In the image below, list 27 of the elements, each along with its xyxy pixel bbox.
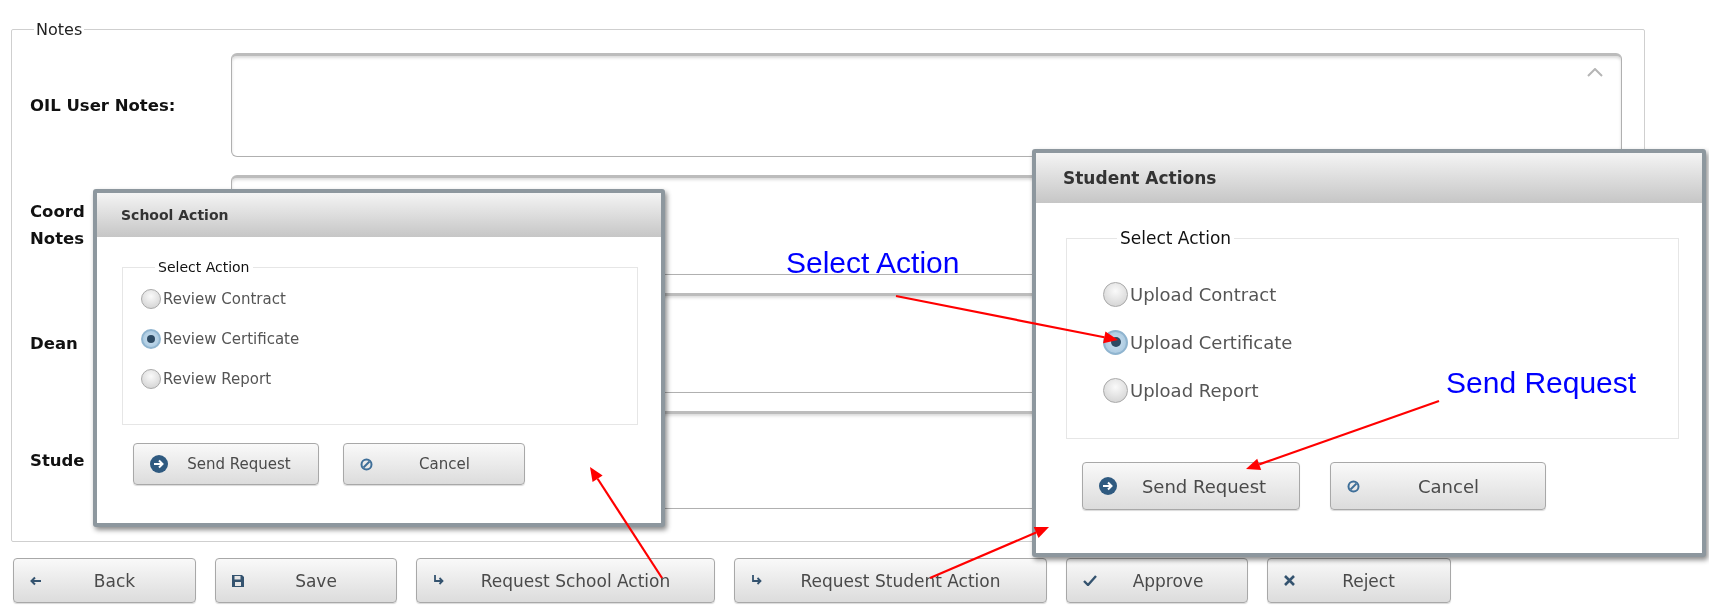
radio-label[interactable]: Upload Report xyxy=(1130,379,1259,401)
field-label: Dean xyxy=(30,332,78,355)
field-label: Stude xyxy=(30,449,85,472)
dialog-button[interactable]: Cancel xyxy=(1330,462,1546,510)
toolbar-button[interactable]: Request Student Action xyxy=(734,558,1047,603)
section-legend: Notes xyxy=(34,20,85,39)
dialog-button[interactable]: Cancel xyxy=(343,443,525,485)
toolbar-button[interactable]: Request School Action xyxy=(416,558,715,603)
group-legend: Select Action xyxy=(1117,228,1235,248)
dialog-button[interactable]: Send Request xyxy=(133,443,319,485)
radio-label[interactable]: Upload Contract xyxy=(1130,283,1277,305)
field-label: Coord Notes xyxy=(30,201,85,250)
toolbar-button[interactable]: Back xyxy=(13,558,196,603)
group-legend: Select Action xyxy=(155,259,253,275)
field-label: OIL User Notes: xyxy=(30,94,176,117)
radio-label[interactable]: Upload Certificate xyxy=(1130,331,1293,353)
dialog-title: School Action xyxy=(121,207,229,223)
radio-label[interactable]: Review Certificate xyxy=(163,330,300,348)
toolbar-button[interactable]: Approve xyxy=(1066,558,1248,603)
radio-label[interactable]: Review Report xyxy=(163,370,271,388)
dialog-title: Student Actions xyxy=(1063,168,1217,188)
callout-text: Send Request xyxy=(1446,366,1637,400)
dialog-button[interactable]: Send Request xyxy=(1082,462,1300,510)
radio-label[interactable]: Review Contract xyxy=(163,290,286,308)
toolbar-button[interactable]: Save xyxy=(215,558,397,603)
toolbar-button[interactable]: Reject xyxy=(1267,558,1451,603)
callout-text: Select Action xyxy=(786,246,960,280)
